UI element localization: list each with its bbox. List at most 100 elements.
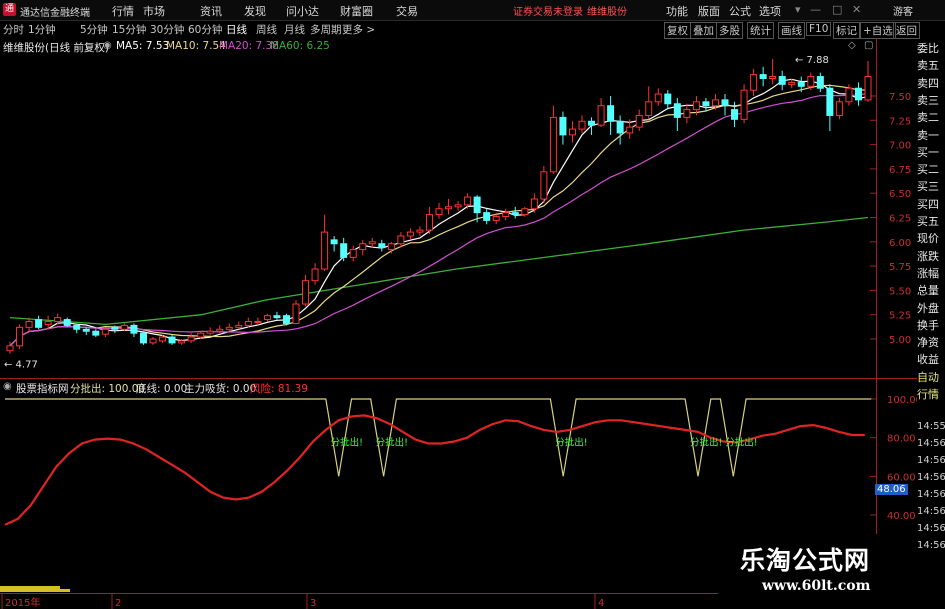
menu-options[interactable]: 选项	[759, 3, 781, 19]
multi-stock-button[interactable]: 多股	[716, 22, 743, 39]
candle-body	[368, 241, 376, 245]
sidebar-item[interactable]: 卖四	[917, 74, 945, 91]
sidebar-item[interactable]: 买三	[917, 178, 945, 195]
period-30min[interactable]: 30分钟	[150, 22, 184, 37]
candle-body	[397, 235, 405, 245]
menu-layout[interactable]: 版面	[698, 3, 720, 19]
stats-button[interactable]: 统计	[747, 22, 774, 39]
draw-line-button[interactable]: 画线	[778, 22, 805, 39]
add-watchlist-button[interactable]: +自选	[860, 22, 896, 39]
sidebar-item[interactable]: 卖一	[917, 126, 945, 143]
candle-body	[263, 315, 271, 321]
adjust-button[interactable]: 复权	[664, 22, 691, 39]
candle-body	[101, 328, 109, 335]
candle-body	[721, 99, 729, 107]
period-1min[interactable]: 1分钟	[28, 22, 56, 37]
menu-quotes[interactable]: 行情	[112, 3, 134, 19]
mark-button[interactable]: 标记	[833, 22, 860, 39]
overlay-button[interactable]: 叠加	[690, 22, 717, 39]
candle-body	[139, 332, 147, 344]
candle-body	[425, 214, 433, 231]
sidebar-item[interactable]: 委比	[917, 40, 945, 56]
candle-body	[16, 326, 24, 347]
sidebar-time: 14:56	[917, 489, 945, 500]
indicator-axis: 100.00 80.00 60.00 40.00	[870, 395, 917, 522]
app-title: 通达信金融终端	[20, 8, 90, 19]
candle-body	[378, 243, 386, 249]
sidebar-item[interactable]: 买二	[917, 161, 945, 178]
sidebar-item[interactable]: 自动	[917, 368, 945, 385]
sidebar-item[interactable]: 换手	[917, 316, 945, 333]
candle-body	[254, 321, 262, 324]
candle-body	[673, 103, 681, 118]
login-notice[interactable]: 证券交易未登录	[513, 3, 583, 18]
candle-body	[321, 231, 329, 270]
kline-chart[interactable]: 7.50 7.25 7.00 6.75 6.50 6.25 6.00 5.75 5.50 5.25…	[0, 38, 917, 609]
candle-body	[273, 315, 281, 319]
period-multi[interactable]: 多周期	[310, 22, 342, 37]
price-tick-label: 5.00	[889, 335, 911, 346]
candle-body	[464, 196, 472, 206]
candle-body	[530, 198, 538, 210]
candle-body	[740, 89, 748, 120]
candle-body	[568, 128, 576, 136]
period-15min[interactable]: 15分钟	[112, 22, 146, 37]
close-icon[interactable]: ✕	[852, 3, 861, 16]
settings-icon[interactable]: ◉	[103, 40, 112, 51]
candle-body	[25, 321, 33, 328]
price-tick-label: 5.25	[889, 311, 911, 322]
menu-wealth[interactable]: 财富圈	[340, 3, 373, 19]
menu-bar: 通 通达信金融终端 行情 市场 资讯 发现 问小达 财富圈 交易 证券交易未登录…	[0, 0, 945, 21]
sidebar-item[interactable]: 卖二	[917, 109, 945, 126]
menu-ask[interactable]: 问小达	[286, 3, 319, 19]
period-daily[interactable]: 日线	[226, 22, 247, 37]
candle-body	[168, 336, 176, 344]
dropdown-icon[interactable]: ▾	[795, 3, 801, 16]
period-monthly[interactable]: 月线	[284, 22, 305, 37]
sidebar-item[interactable]: 涨幅	[917, 264, 945, 281]
menu-function[interactable]: 功能	[666, 3, 688, 19]
sidebar-item[interactable]: 买四	[917, 195, 945, 212]
candle-body	[159, 336, 167, 342]
menu-formula[interactable]: 公式	[729, 3, 751, 19]
period-5min[interactable]: 5分钟	[80, 22, 108, 37]
maximize-icon[interactable]: □	[832, 3, 842, 16]
sidebar-item[interactable]: 总量	[917, 282, 945, 299]
sidebar-item[interactable]: 净资	[917, 334, 945, 351]
user-guest[interactable]: 游客	[893, 3, 913, 18]
indicator-bottom-label: 底线: 0.00	[136, 383, 188, 395]
sidebar-item[interactable]: 涨跌	[917, 247, 945, 264]
sidebar-item[interactable]: 行情	[917, 386, 945, 402]
indicator-absorb-label: 主力吸货: 0.00	[184, 383, 257, 395]
candle-body	[492, 216, 500, 221]
sidebar-item[interactable]: 卖三	[917, 91, 945, 108]
sidebar-item[interactable]: 收益	[917, 351, 945, 368]
candle-body	[454, 204, 462, 208]
f10-button[interactable]: F10	[806, 22, 832, 36]
candle-body	[635, 114, 643, 128]
ma60-line	[9, 216, 869, 326]
sidebar-item[interactable]: 外盘	[917, 299, 945, 316]
menu-discover[interactable]: 发现	[244, 3, 266, 19]
period-more[interactable]: 更多 >	[342, 22, 375, 37]
menu-trade[interactable]: 交易	[396, 3, 418, 19]
candle-body	[82, 328, 90, 332]
period-intraday[interactable]: 分时	[3, 22, 24, 37]
sidebar-item[interactable]: 现价	[917, 230, 945, 247]
signal-label: 分批出!	[725, 437, 757, 449]
candle-body	[111, 326, 119, 330]
sidebar-item[interactable]: 买一	[917, 143, 945, 160]
panel-maximize-icon[interactable]: ▢	[864, 40, 873, 51]
sidebar-item[interactable]: 卖五	[917, 57, 945, 74]
indicator-settings-icon[interactable]: ◉	[3, 381, 12, 392]
minimize-icon[interactable]: —	[810, 3, 821, 16]
back-button[interactable]: 返回	[893, 22, 920, 39]
period-weekly[interactable]: 周线	[256, 22, 277, 37]
menu-news[interactable]: 资讯	[200, 3, 222, 19]
candle-body	[645, 101, 653, 116]
sidebar-item[interactable]: 买五	[917, 213, 945, 229]
period-60min[interactable]: 60分钟	[188, 22, 222, 37]
candle-body	[92, 330, 100, 336]
menu-market[interactable]: 市场	[143, 3, 165, 19]
diamond-icon[interactable]: ◇	[848, 40, 856, 51]
